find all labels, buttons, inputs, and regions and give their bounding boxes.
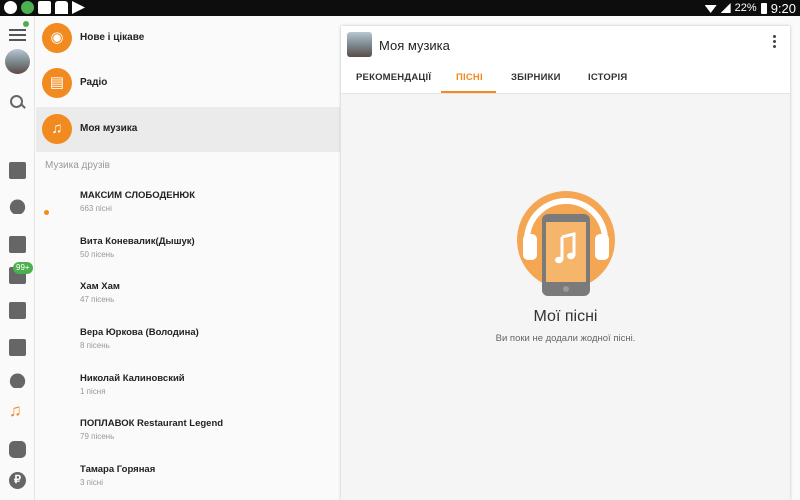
my-music-panel: Моя музика РЕКОМЕНДАЦІЇ ПІСНІ ЗБІРНИКИ І… [341, 26, 790, 500]
friend-name: МАКСИМ СЛОБОДЕНЮК [80, 190, 196, 201]
friend-name: Тамара Горяная [80, 464, 156, 475]
empty-state-title: Мої пісні [533, 308, 598, 325]
friend-name: Вера Юркова (Володина) [80, 327, 199, 338]
search-icon[interactable] [9, 94, 26, 111]
tab-bar: РЕКОМЕНДАЦІЇ ПІСНІ ЗБІРНИКИ ІСТОРІЯ [341, 64, 790, 94]
song-count: 50 пісень [80, 250, 115, 259]
list-item[interactable]: ПОПЛАВОК Restaurant Legend 79 пісень [36, 413, 340, 458]
video-icon[interactable] [9, 339, 26, 356]
wifi-icon [704, 5, 717, 13]
photo-icon[interactable] [9, 302, 26, 319]
ok-podcast-icon: ◉ [42, 23, 72, 53]
phone-headphones-icon [517, 191, 615, 296]
music-icon[interactable]: ♫ [9, 402, 26, 419]
menu-icon[interactable] [9, 26, 26, 43]
section-title: Музика друзів [45, 160, 110, 171]
sidebar-item-label: Нове і цікаве [80, 32, 145, 43]
avatar[interactable] [347, 32, 372, 57]
friend-name: ПОПЛАВОК Restaurant Legend [80, 418, 224, 429]
friends-icon[interactable] [9, 199, 26, 214]
ruble-icon[interactable]: ₽ [9, 472, 26, 489]
friend-name: Вита Коневалик(Дышук) [80, 236, 195, 247]
music-note-icon: ♫ [42, 114, 72, 144]
check-notification-icon [21, 1, 34, 14]
sidebar-item-new[interactable]: ◉ Нове і цікаве [36, 16, 340, 61]
sidebar-item-label: Моя музика [80, 123, 138, 134]
radio-icon: ▤ [42, 68, 72, 98]
sidebar-item-radio[interactable]: ▤ Радіо [36, 61, 340, 106]
battery-percent: 22% [734, 2, 757, 14]
more-options-icon[interactable] [773, 35, 777, 49]
online-indicator [23, 21, 29, 27]
mail-icon[interactable] [9, 236, 26, 253]
song-count: 79 пісень [80, 432, 115, 441]
avatar[interactable] [5, 49, 30, 74]
active-tab-indicator [441, 91, 496, 93]
song-count: 47 пісень [80, 295, 115, 304]
groups-icon[interactable] [9, 373, 26, 388]
list-item[interactable]: Тамара Горяная 3 пісні [36, 459, 340, 500]
tab-history[interactable]: ІСТОРІЯ [588, 72, 627, 83]
system-status: 22% 9:20 [704, 0, 796, 16]
list-item[interactable]: МАКСИМ СЛОБОДЕНЮК 663 пісні [36, 185, 340, 230]
song-count: 663 пісні [80, 204, 112, 213]
song-count: 1 пісня [80, 387, 106, 396]
song-count: 3 пісні [80, 478, 103, 487]
empty-state-message: Ви поки не додали жодної пісні. [495, 333, 636, 344]
games-icon[interactable] [9, 441, 26, 458]
sidebar-item-label: Радіо [80, 77, 108, 88]
messages-badge: 99+ [13, 262, 33, 274]
list-item[interactable]: Хам Хам 47 пісень [36, 276, 340, 321]
tab-recommendations[interactable]: РЕКОМЕНДАЦІЇ [356, 72, 431, 83]
clock: 9:20 [770, 0, 796, 16]
signal-icon [720, 3, 731, 13]
friend-name: Хам Хам [80, 281, 120, 292]
list-item[interactable]: Вера Юркова (Володина) 8 пісень [36, 322, 340, 367]
page-title: Моя музика [379, 38, 450, 53]
play-notification-icon [72, 1, 85, 14]
nav-rail: 99+ ♫ ₽ [0, 16, 35, 500]
image-notification-icon [38, 1, 51, 14]
tab-collections[interactable]: ЗБІРНИКИ [511, 72, 561, 83]
ok-notification-icon [4, 1, 17, 14]
music-sidebar: ◉ Нове і цікаве ▤ Радіо ♫ Моя музика Муз… [36, 16, 340, 500]
friend-name: Николай Калиновский [80, 373, 185, 384]
news-icon[interactable] [9, 162, 26, 179]
sidebar-item-my-music[interactable]: ♫ Моя музика [36, 107, 340, 152]
store-notification-icon [55, 1, 68, 14]
status-bar: 22% 9:20 [0, 0, 800, 16]
notification-icons [4, 1, 85, 14]
tab-songs[interactable]: ПІСНІ [456, 72, 483, 83]
song-count: 8 пісень [80, 341, 110, 350]
list-item[interactable]: Николай Калиновский 1 пісня [36, 368, 340, 413]
panel-header: Моя музика РЕКОМЕНДАЦІЇ ПІСНІ ЗБІРНИКИ І… [341, 26, 790, 94]
list-item[interactable]: Вита Коневалик(Дышук) 50 пісень [36, 231, 340, 276]
battery-icon [760, 2, 767, 14]
